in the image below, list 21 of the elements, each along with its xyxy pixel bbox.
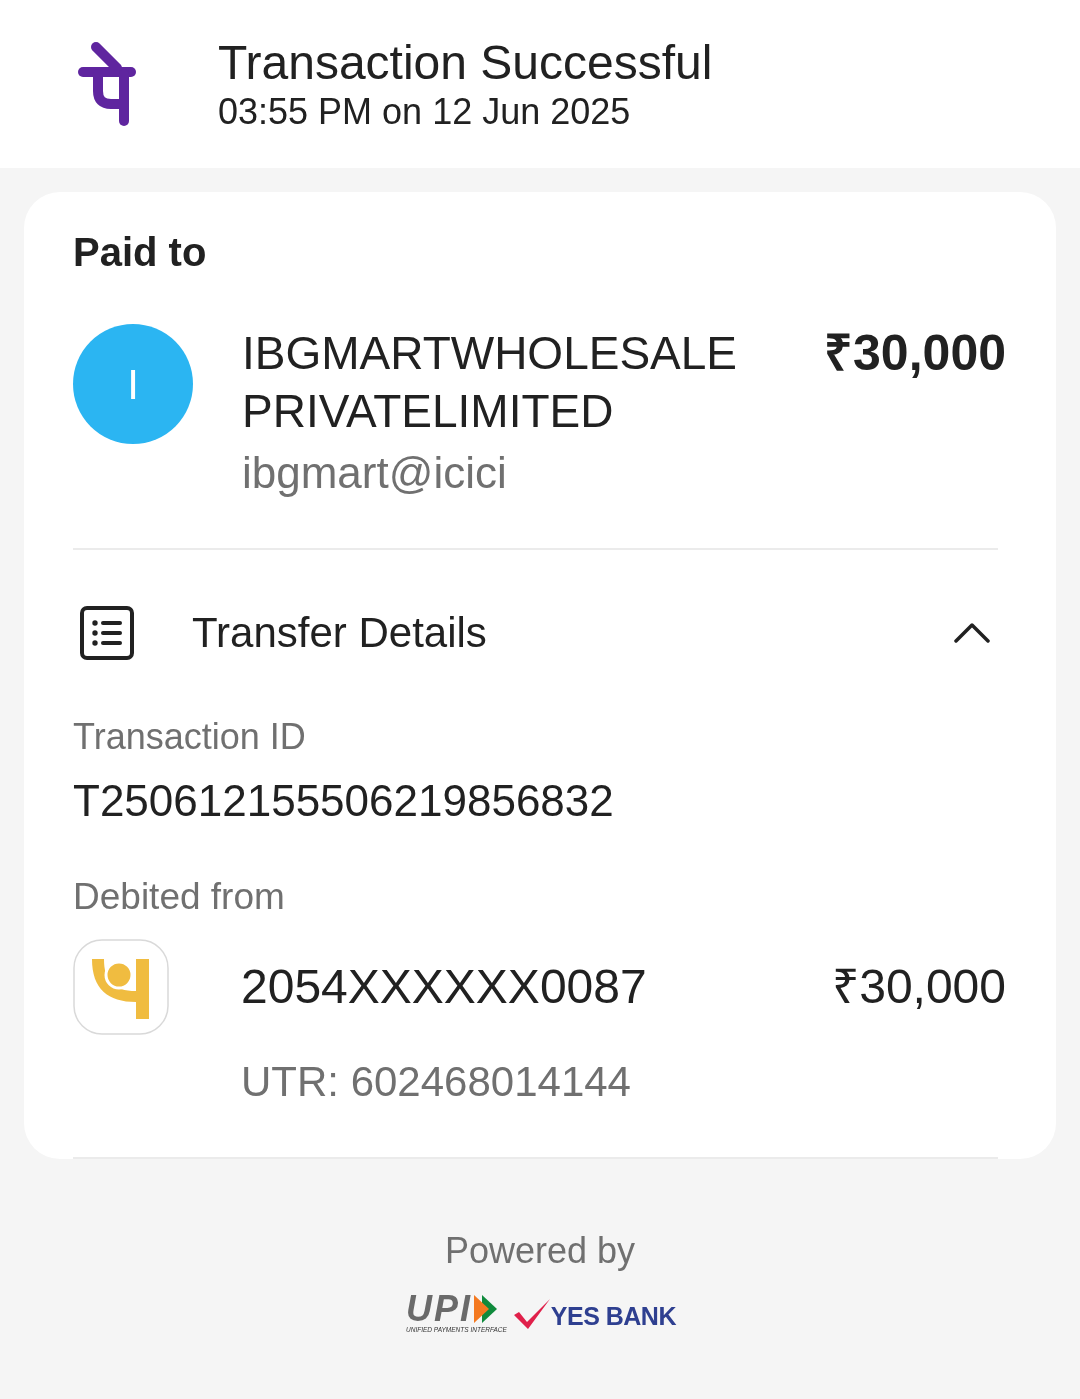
upi-id: ibgmart@icici [242, 448, 507, 498]
field-label: Transaction ID [73, 715, 306, 759]
amount: ₹30,000 [824, 324, 1006, 382]
field-label: Debited from [73, 875, 285, 919]
logo-icon [77, 41, 137, 127]
bank-logo-icon [73, 939, 169, 1035]
bank-logo-text: YES BANK [550, 1301, 676, 1330]
timestamp: 03:55 PM on 12 Jun 2025 [218, 91, 632, 133]
upi-logo-text: UPI [406, 1293, 473, 1325]
arrow-icon [472, 1294, 499, 1324]
section-heading: Paid to [73, 229, 207, 276]
list-icon [80, 606, 134, 660]
avatar: I [73, 324, 193, 444]
utr-number: UTR: 602468014144 [241, 1057, 631, 1107]
debited-amount: ₹30,000 [832, 959, 1006, 1015]
powered-by-label: Powered by [444, 1229, 636, 1273]
transaction-id: T250612155506219856832 [73, 777, 614, 825]
payee-name: IBGMARTWHOLESALE PRIVATELIMITED [242, 326, 739, 439]
status-title: Transaction Successful [218, 35, 713, 91]
transfer-details-toggle[interactable]: Transfer Details [73, 606, 1006, 660]
account-number: 2054XXXXXX0087 [241, 959, 648, 1015]
